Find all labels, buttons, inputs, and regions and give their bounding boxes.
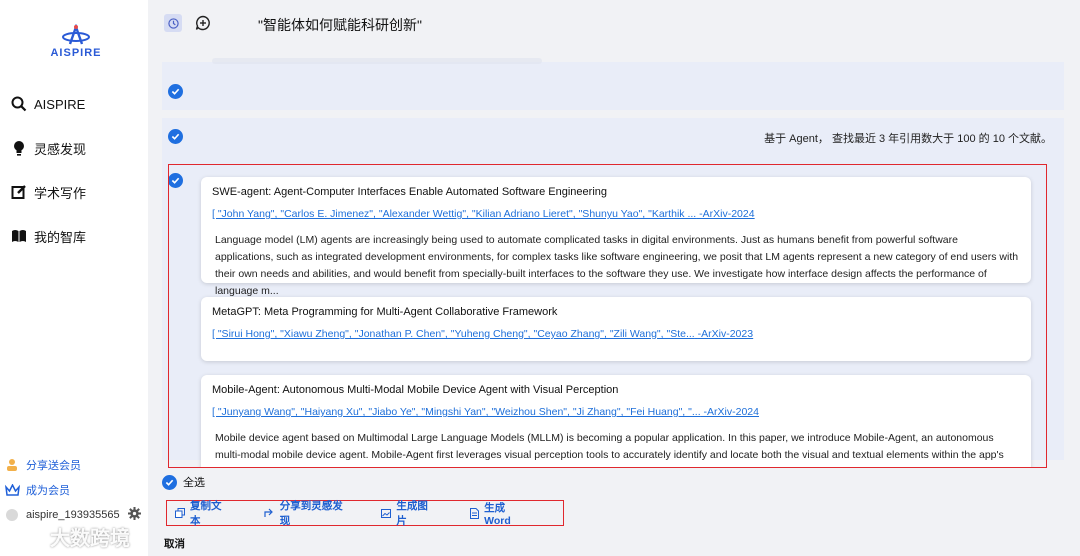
paper-card[interactable]: MetaGPT: Meta Programming for Multi-Agen… <box>201 297 1031 361</box>
select-all-check-icon <box>162 474 177 490</box>
share-to-inspiration-button[interactable]: 分享到灵感发现 <box>264 498 344 528</box>
share-label: 分享到灵感发现 <box>279 500 343 527</box>
cancel-button[interactable]: 取消 <box>164 536 185 551</box>
logo-text: AISPIRE <box>50 47 102 59</box>
pencil-icon <box>10 183 28 201</box>
user-query: 基于 Agent， 查找最近 3 年引用数大于 100 的 10 个文献。 <box>764 133 1052 145</box>
paper-card[interactable]: SWE-agent: Agent-Computer Interfaces Ena… <box>201 177 1031 297</box>
paper-authors-link[interactable]: [ "Sirui Hong", "Xiawu Zheng", "Jonathan… <box>212 328 753 340</box>
book-icon <box>10 227 28 245</box>
paper-card[interactable]: Mobile-Agent: Autonomous Multi-Modal Mob… <box>201 375 1031 467</box>
username: aispire_193935565 <box>26 509 120 521</box>
previous-message-panel <box>162 58 1064 110</box>
copy-text-button[interactable]: 复制文本 <box>175 498 226 528</box>
paper-source[interactable]: -ArXiv-2024 <box>704 406 759 418</box>
scrolled-text-remnant <box>212 58 542 64</box>
watermark-logo-icon <box>22 527 49 546</box>
select-all-label: 全选 <box>183 477 205 489</box>
watermark: 大数跨境 <box>22 522 130 551</box>
sidebar-item-aispire[interactable]: AISPIRE <box>10 92 86 116</box>
aispire-logo[interactable]: AISPIRE <box>46 24 106 64</box>
new-chat-icon[interactable] <box>194 14 212 32</box>
paper-authors-link[interactable]: [ "Junyang Wang", "Haiyang Xu", "Jiabo Y… <box>212 406 759 418</box>
watermark-text: 大数跨境 <box>50 528 130 550</box>
action-toolbar: 复制文本 分享到灵感发现 生成图片 生成Word <box>166 498 564 528</box>
sidebar-item-label: 学术写作 <box>34 185 87 201</box>
paper-title: MetaGPT: Meta Programming for Multi-Agen… <box>212 306 558 318</box>
sidebar-item-label: 灵感发现 <box>34 141 87 157</box>
paper-authors[interactable]: [ "Sirui Hong", "Xiawu Zheng", "Jonathan… <box>212 328 695 340</box>
query-checkbox[interactable] <box>168 129 183 144</box>
sidebar-item-label: 我的智库 <box>34 229 87 245</box>
copy-icon <box>175 508 185 518</box>
sidebar-item-library[interactable]: 我的智库 <box>10 224 86 248</box>
share-for-membership-link[interactable]: 分享送会员 <box>4 456 141 474</box>
paper-abstract: Mobile device agent based on Multimodal … <box>215 432 1004 467</box>
select-all-checkbox[interactable]: 全选 <box>162 474 205 490</box>
sidebar-bottom: 分享送会员 成为会员 aispire_193935565 <box>4 456 141 531</box>
sidebar-nav: AISPIRE 灵感发现 学术写作 我的智库 <box>10 92 86 268</box>
share-icon <box>264 508 275 518</box>
generate-word-label: 生成Word <box>484 501 511 527</box>
paper-title: SWE-agent: Agent-Computer Interfaces Ena… <box>212 186 608 198</box>
gift-person-icon <box>4 457 20 473</box>
sidebar: AISPIRE AISPIRE 灵感发现 学术写作 我的智库 分享送会员 成为会… <box>0 0 148 556</box>
become-member-link[interactable]: 成为会员 <box>4 481 141 499</box>
sidebar-item-inspiration[interactable]: 灵感发现 <box>10 136 86 160</box>
gear-icon[interactable] <box>127 507 141 523</box>
avatar <box>4 507 20 523</box>
paper-abstract: Language model (LM) agents are increasin… <box>215 234 1019 297</box>
sidebar-item-writing[interactable]: 学术写作 <box>10 180 86 204</box>
generate-image-label: 生成图片 <box>396 500 428 527</box>
generate-image-button[interactable]: 生成图片 <box>381 498 432 528</box>
image-icon <box>381 508 392 518</box>
sidebar-item-label: AISPIRE <box>34 96 86 112</box>
paper-title: Mobile-Agent: Autonomous Multi-Modal Mob… <box>212 384 619 396</box>
top-bar: "智能体如何赋能科研创新" <box>148 0 1080 52</box>
word-doc-icon <box>470 507 480 519</box>
paper-authors[interactable]: [ "Junyang Wang", "Haiyang Xu", "Jiabo Y… <box>212 406 701 418</box>
search-icon <box>10 95 28 113</box>
crown-icon <box>4 482 20 498</box>
lightbulb-icon <box>10 139 28 157</box>
paper-source[interactable]: -ArXiv-2023 <box>698 328 753 340</box>
paper-source[interactable]: -ArXiv-2024 <box>699 208 754 220</box>
generate-word-button[interactable]: 生成Word <box>470 500 525 527</box>
message-checkbox[interactable] <box>168 84 183 99</box>
paper-authors[interactable]: [ "John Yang", "Carlos E. Jimenez", "Ale… <box>212 208 696 220</box>
paper-authors-link[interactable]: [ "John Yang", "Carlos E. Jimenez", "Ale… <box>212 208 755 220</box>
highlighted-results-box: SWE-agent: Agent-Computer Interfaces Ena… <box>168 164 1047 468</box>
member-link-label: 成为会员 <box>26 485 70 497</box>
copy-text-label: 复制文本 <box>190 500 222 527</box>
history-icon[interactable] <box>164 14 182 32</box>
share-link-label: 分享送会员 <box>26 460 81 472</box>
conversation-title: "智能体如何赋能科研创新" <box>258 17 422 33</box>
